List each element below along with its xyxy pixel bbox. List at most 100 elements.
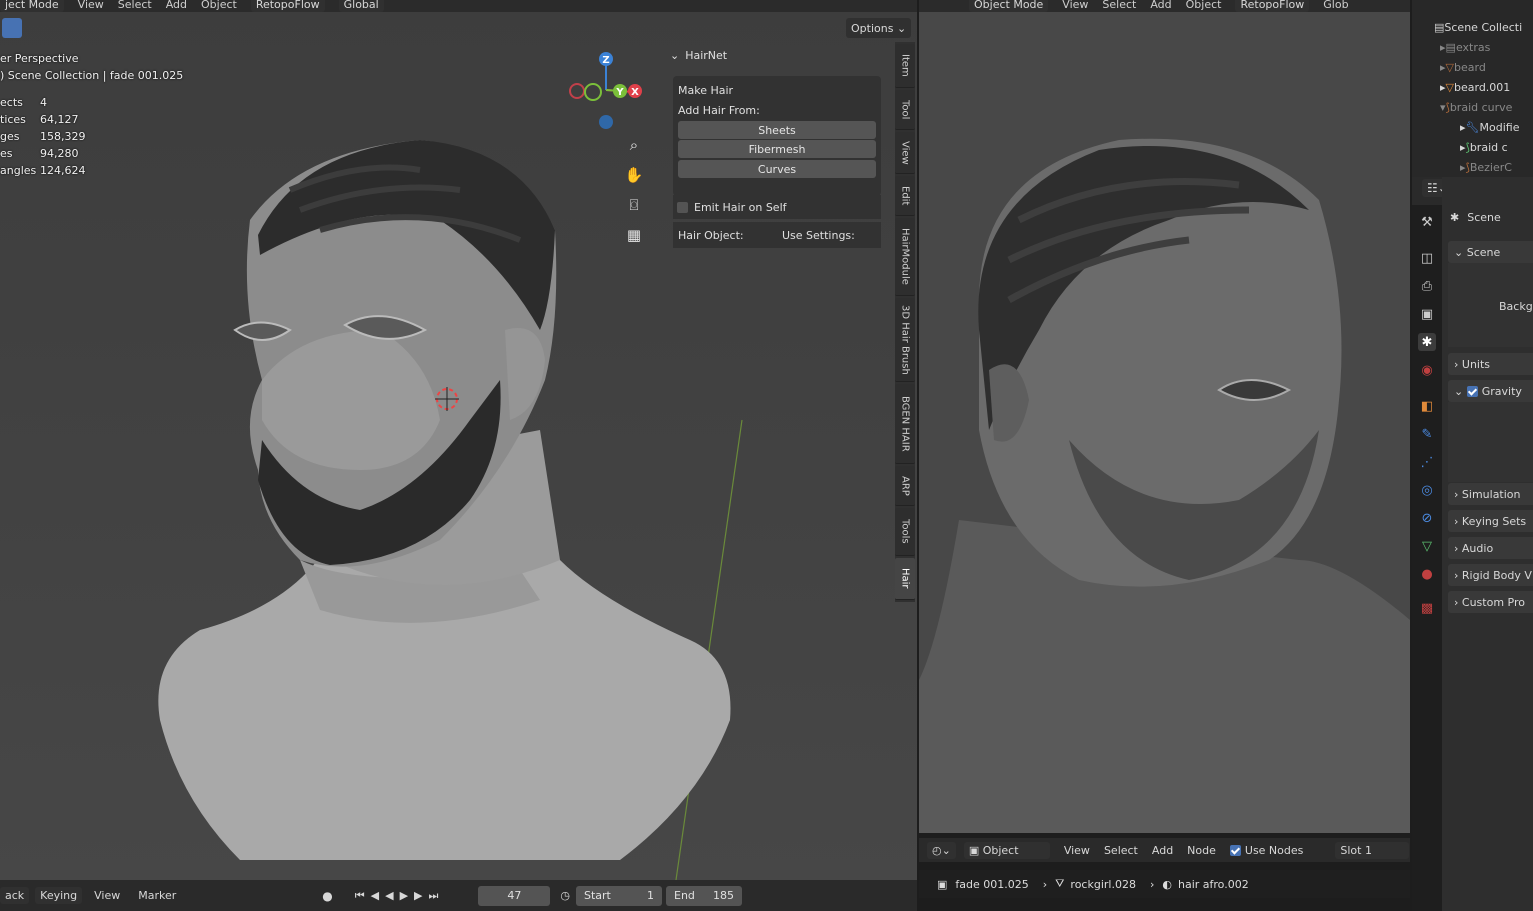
world-icon[interactable]: ◉ [1418,361,1436,379]
left-viewport-header: ject Mode View Select Add Object RetopoF… [0,0,917,12]
navigation-gizmo[interactable]: Z X Y [566,50,650,134]
object-icon[interactable]: ◧ [1418,397,1436,415]
editor-type-icon[interactable]: ◴⌄ [927,841,956,859]
current-frame-field[interactable]: 47 [478,885,551,906]
outliner-row[interactable]: ▸ ▽ beard [1412,57,1533,77]
emit-hair-row[interactable]: Emit Hair on Self [673,195,881,219]
stat-row: ects 4 [0,94,183,111]
slot-dropdown[interactable]: Slot 1 [1335,841,1410,859]
object-dropdown[interactable]: ▣ Object [963,841,1050,859]
scene-icon[interactable]: ✱ [1418,333,1436,351]
particles-icon[interactable]: ⋰ [1418,453,1436,471]
render-icon[interactable]: ◫ [1418,249,1436,267]
right-mode-dropdown[interactable]: Object Mode [969,0,1049,12]
right-menu-view[interactable]: View [1062,0,1088,10]
node-menu-node[interactable]: Node [1187,844,1216,857]
use-nodes-toggle[interactable]: Use Nodes [1229,843,1304,857]
menu-select[interactable]: Select [118,0,152,10]
tab-3d-hair-brush[interactable]: 3D Hair Brush [895,298,915,382]
outliner-row[interactable]: ▸ ⟆ braid c [1412,137,1533,157]
camera-icon[interactable]: ⌼ [621,192,647,218]
emit-checkbox[interactable] [677,201,688,213]
material-icon[interactable]: ● [1418,565,1436,583]
menu-object[interactable]: Object [201,0,237,10]
outliner-row[interactable]: ▤ Scene Collecti [1412,17,1533,37]
right-3d-viewport[interactable]: Object Mode View Select Add Object Retop… [919,0,1410,833]
breadcrumb-mesh[interactable]: rockgirl.028 [1070,878,1136,891]
section-custom-properties[interactable]: › Custom Pro [1448,591,1533,613]
timeline-menu-marker[interactable]: Marker [138,889,176,902]
tab-tool[interactable]: Tool [895,90,915,130]
node-menu-select[interactable]: Select [1104,844,1138,857]
output-icon[interactable]: ⎙ [1418,277,1436,295]
outliner-row[interactable]: ▸ ▽ beard.001 [1412,77,1533,97]
sheets-button[interactable]: Sheets [678,121,876,139]
breadcrumb-object[interactable]: fade 001.025 [955,878,1028,891]
chevron-right-icon: › [1454,595,1462,609]
fibermesh-button[interactable]: Fibermesh [678,140,876,158]
tab-arp[interactable]: ARP [895,466,915,506]
menu-view[interactable]: View [78,0,104,10]
outliner-row[interactable]: ▾ ⟆ braid curve [1412,97,1533,117]
breadcrumb-material[interactable]: hair afro.002 [1178,878,1249,891]
node-menu-view[interactable]: View [1064,844,1090,857]
end-frame-field[interactable]: End 185 [666,885,742,906]
tab-view[interactable]: View [895,132,915,174]
menu-retopoflow[interactable]: RetopoFlow [250,0,325,12]
left-3d-viewport[interactable]: ject Mode View Select Add Object RetopoF… [0,0,917,880]
texture-icon[interactable]: ▩ [1418,599,1436,617]
tab-bgen-hair[interactable]: BGEN HAIR [895,384,915,464]
section-scene[interactable]: ⌄ Scene [1448,241,1533,263]
tab-hairmodule[interactable]: HairModule [895,218,915,296]
tool-icon[interactable]: ⚒ [1418,213,1436,231]
mesh-icon: ▽ [1445,80,1454,94]
playback-dropdown[interactable]: ack [0,887,30,904]
gravity-checkbox[interactable] [1466,385,1478,397]
select-box-icon[interactable] [2,18,22,38]
hairnet-header[interactable]: ⌄ HairNet [670,49,885,62]
data-icon[interactable]: ▽ [1418,537,1436,555]
section-units[interactable]: › Units [1448,353,1533,375]
right-menu-retopoflow[interactable]: RetopoFlow [1235,0,1310,12]
section-audio[interactable]: › Audio [1448,537,1533,559]
modifier-wrench-icon[interactable]: ✎ [1418,425,1436,443]
menu-add[interactable]: Add [166,0,187,10]
use-settings-label: Use Settings: [782,228,855,242]
tab-tools[interactable]: Tools [895,508,915,556]
zoom-icon[interactable]: ⌕ [621,132,647,158]
section-rigid-body[interactable]: › Rigid Body V [1448,564,1533,586]
section-keying-sets[interactable]: › Keying Sets [1448,510,1533,532]
right-menu-add[interactable]: Add [1150,0,1171,10]
curves-button[interactable]: Curves [678,160,876,178]
right-menu-object[interactable]: Object [1186,0,1222,10]
outliner-row[interactable]: ▸ ⟆ BezierC [1412,157,1533,177]
timeline-menu-view[interactable]: View [94,889,120,902]
view-layer-icon[interactable]: ▣ [1418,305,1436,323]
clock-icon[interactable]: ◷ [560,889,570,902]
outliner-row[interactable]: ▸ ▤ extras [1412,37,1533,57]
stat-value: 64,127 [40,113,79,126]
section-gravity[interactable]: ⌄ Gravity [1448,380,1533,402]
options-dropdown[interactable]: Options ⌄ [846,18,912,38]
chevron-down-icon: ⌄ [1454,245,1467,259]
tab-edit[interactable]: Edit [895,176,915,216]
tab-hair[interactable]: Hair [895,558,915,600]
start-frame-field[interactable]: Start 1 [576,885,662,906]
constraint-icon[interactable]: ⊘ [1418,509,1436,527]
right-menu-select[interactable]: Select [1102,0,1136,10]
orientation-dropdown[interactable]: Global [338,0,384,12]
node-menu-add[interactable]: Add [1152,844,1173,857]
section-simulation[interactable]: › Simulation [1448,483,1533,505]
physics-icon[interactable]: ◎ [1418,481,1436,499]
grid-icon[interactable]: ▦ [621,222,647,248]
outliner-row[interactable]: ▸ 🔧︎ Modifie [1412,117,1533,137]
pan-hand-icon[interactable]: ✋ [621,162,647,188]
keying-dropdown[interactable]: Keying [35,887,83,904]
tab-item[interactable]: Item [895,44,915,88]
playback-controls-icon[interactable]: ⏮◀◀▶▶⏭ [355,889,445,903]
right-orientation[interactable]: Glob [1323,0,1348,10]
stat-value: 124,624 [40,164,86,177]
mode-dropdown[interactable]: ject Mode [0,0,64,12]
record-icon[interactable]: ● [322,889,332,903]
use-nodes-label: Use Nodes [1244,843,1304,857]
